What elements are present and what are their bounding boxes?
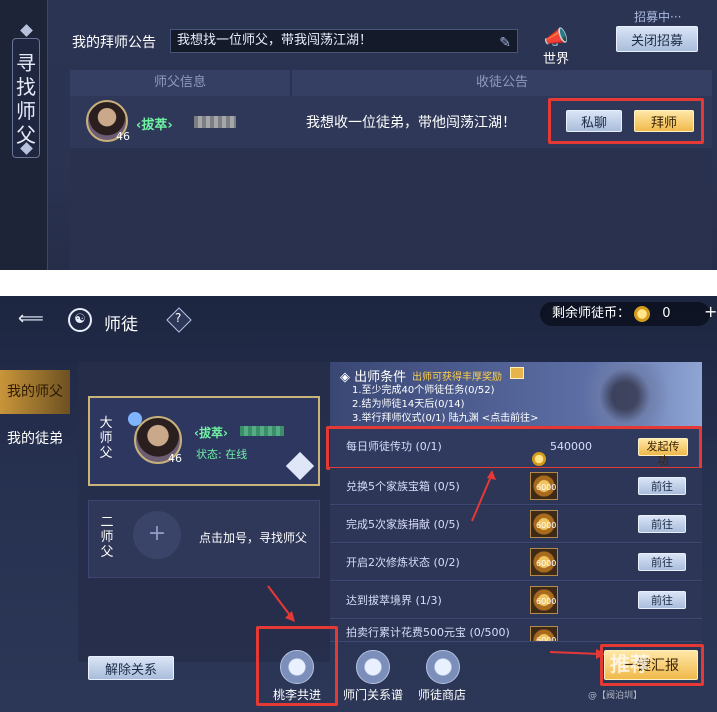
- bottom-button-label: 师徒商店: [417, 688, 466, 702]
- task-row: 完成5次家族捐献 (0/5) 6000 前往: [330, 506, 702, 543]
- add-coin-icon[interactable]: +: [704, 302, 717, 321]
- blurred-name: [194, 116, 236, 128]
- reward-amount: 6000: [536, 559, 557, 568]
- chevron-right-icon: ›: [222, 426, 228, 440]
- task-name: 拍卖行累计花费500元宝 (0/500): [346, 626, 510, 639]
- task-name: 开启2次修炼状态 (0/2): [346, 556, 460, 569]
- help-icon[interactable]: ?: [175, 311, 181, 325]
- megaphone-icon: 📣: [543, 25, 569, 49]
- list-empty-area: [70, 148, 712, 270]
- condition-item[interactable]: 3.举行拜师仪式(0/1) 陆九渊 <点击前往>: [352, 412, 539, 425]
- private-chat-button[interactable]: 私聊: [566, 110, 622, 132]
- world-label: 世界: [542, 52, 569, 67]
- reward-hint: 出师可获得丰厚奖励: [412, 372, 502, 383]
- shop-icon: [426, 650, 460, 684]
- recruit-status: 招募中···: [634, 10, 682, 24]
- reward-amount: 6000: [536, 483, 557, 492]
- add-master-hint: 点击加号，寻找师父: [199, 531, 308, 545]
- recruit-announcement: 我想收一位徒弟，带他闯荡江湖！: [306, 115, 516, 131]
- column-header-master-info: 师父信息: [70, 70, 290, 96]
- go-button[interactable]: 前往: [638, 553, 686, 571]
- sect-label: 拔萃: [198, 426, 223, 440]
- go-button[interactable]: 前往: [638, 591, 686, 609]
- master-row: 46 ‹拔萃› 我想收一位徒弟，带他闯荡江湖！ 私聊 拜师: [70, 96, 712, 148]
- relation-tree-icon: [356, 650, 390, 684]
- task-row: 开启2次修炼状态 (0/2) 6000 前往: [330, 544, 702, 581]
- task-row: 兑换5个家族宝箱 (0/5) 6000 前往: [330, 468, 702, 505]
- condition-item: 1.至少完成40个师徒任务(0/52): [352, 385, 495, 396]
- find-master-side-tab[interactable]: 寻找师父: [12, 38, 40, 158]
- notice-value: 我想找一位师父，带我闯荡江湖！: [177, 33, 373, 48]
- highlight-box: [256, 626, 338, 706]
- mentor-emblem-icon: ☯: [68, 308, 92, 332]
- conditions-title: ◈ 出师条件: [340, 370, 407, 385]
- back-arrow-icon[interactable]: ⟸: [18, 308, 44, 329]
- coins-value: 0: [662, 306, 671, 321]
- slot-label: 二师父: [100, 515, 114, 560]
- task-name: 达到拔萃境界 (1/3): [346, 594, 442, 607]
- watermark-logo: 推荐: [610, 652, 650, 676]
- tab-my-master[interactable]: 我的师父: [0, 370, 70, 414]
- close-recruit-button[interactable]: 关闭招募: [616, 26, 698, 52]
- edit-pen-icon[interactable]: ✎: [499, 32, 511, 54]
- online-status: 状态: 在线: [196, 448, 248, 461]
- reward-chest-icon[interactable]: [510, 367, 524, 379]
- column-header-recruit-notice: 收徒公告: [292, 70, 712, 96]
- mentor-shop-button[interactable]: 师徒商店: [410, 650, 474, 706]
- apprentice-button[interactable]: 拜师: [634, 110, 694, 132]
- annotation-arrow: [471, 470, 496, 522]
- condition-item: 2.结为师徒14天后(0/14): [352, 399, 465, 410]
- chevron-right-icon: ›: [167, 118, 173, 133]
- coins-label: 剩余师徒币：: [552, 306, 631, 321]
- notice-input[interactable]: 我想找一位师父，带我闯荡江湖！ ✎: [170, 29, 518, 53]
- top-bar: ⟸ ☯ 师徒 ? 剩余师徒币： 0 +: [0, 296, 717, 348]
- highlight-box: [326, 426, 702, 470]
- sect-label: 拔萃: [141, 118, 168, 133]
- world-channel-button[interactable]: 📣 世界: [540, 25, 572, 67]
- side-tab-label: 寻找师父: [16, 51, 36, 147]
- level-badge: 46: [168, 452, 182, 465]
- interact-icon[interactable]: [285, 451, 315, 481]
- dissolve-relation-button[interactable]: 解除关系: [88, 656, 174, 680]
- reward-amount: 6000: [536, 521, 557, 530]
- annotation-arrow: [267, 585, 295, 622]
- page-title: 师徒: [104, 315, 138, 335]
- go-button[interactable]: 前往: [638, 515, 686, 533]
- find-master-panel: 寻找师父 我的拜师公告 我想找一位师父，带我闯荡江湖！ ✎ 📣 世界 招募中··…: [0, 0, 717, 270]
- diamond-icon: ◈: [340, 370, 355, 385]
- master-card-first[interactable]: 大师父 46 ‹拔萃› 状态: 在线: [88, 396, 320, 486]
- coin-balance: 剩余师徒币： 0: [540, 302, 710, 326]
- blurred-name: [240, 426, 284, 436]
- annotation-arrow: [549, 649, 606, 659]
- sect-relation-tree-button[interactable]: 师门关系谱: [340, 650, 406, 706]
- task-name: 兑换5个家族宝箱 (0/5): [346, 480, 460, 493]
- slot-label: 大师父: [99, 416, 113, 461]
- sect-badge: ‹拔萃›: [136, 114, 173, 133]
- level-badge: 46: [116, 130, 130, 143]
- class-icon: [128, 412, 142, 426]
- task-row: 拍卖行累计花费500元宝 (0/500) 6000: [330, 620, 702, 642]
- sect-badge: ‹拔萃›: [194, 424, 228, 441]
- bottom-button-label: 师门关系谱: [342, 688, 403, 702]
- task-row: 达到拔萃境界 (1/3) 6000 前往: [330, 582, 702, 619]
- watermark-text: @【阀泊圳】: [588, 691, 643, 701]
- master-card-second[interactable]: 二师父 + 点击加号，寻找师父: [88, 500, 320, 578]
- tab-my-apprentice[interactable]: 我的徒弟: [0, 424, 70, 454]
- go-button[interactable]: 前往: [638, 477, 686, 495]
- coin-icon: [634, 305, 651, 322]
- add-master-button[interactable]: +: [133, 511, 181, 559]
- reward-amount: 6000: [536, 636, 557, 642]
- task-name: 完成5次家族捐献 (0/5): [346, 518, 460, 531]
- master-apprentice-panel: ⟸ ☯ 师徒 ? 剩余师徒币： 0 + 我的师父 我的徒弟 大师父 46 ‹拔萃…: [0, 296, 717, 712]
- notice-label: 我的拜师公告: [72, 35, 156, 51]
- reward-amount: 6000: [536, 597, 557, 606]
